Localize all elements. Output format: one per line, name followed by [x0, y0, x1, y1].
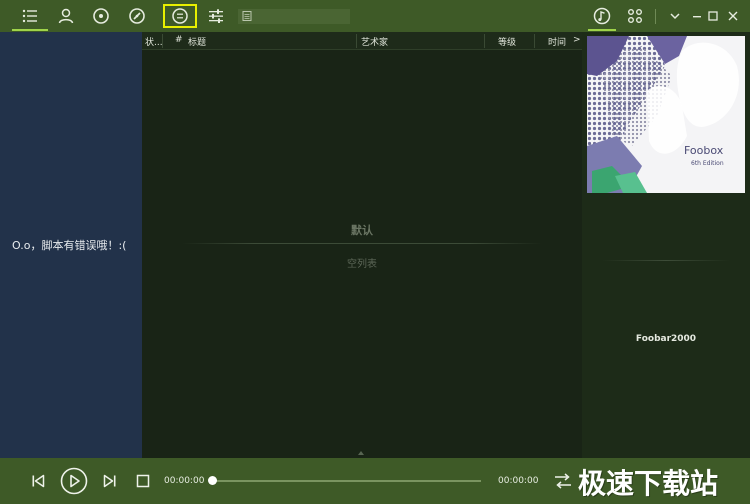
next-icon [103, 474, 116, 488]
close-icon [728, 11, 738, 21]
left-panel: O.o，脚本有错误哦！:( [0, 32, 142, 458]
window-controls-separator [655, 9, 656, 24]
scroll-up-arrow-icon[interactable] [358, 451, 364, 455]
active-panel-indicator [588, 29, 616, 31]
disc-icon [93, 8, 109, 24]
playlist-name: 默认 [351, 224, 373, 237]
watermark-text: 极速下载站 [578, 467, 719, 500]
album-view-button[interactable] [88, 3, 114, 29]
close-button[interactable] [720, 3, 746, 29]
column-separator [534, 34, 535, 48]
playback-order-button[interactable] [552, 471, 574, 491]
layout-button[interactable] [622, 3, 648, 29]
column-separator [484, 34, 485, 48]
column-number[interactable]: # [175, 35, 183, 45]
list-icon [22, 9, 37, 23]
column-duration[interactable]: 时间 [548, 35, 566, 48]
column-title[interactable]: 标题 [188, 35, 206, 48]
transport-bar: 00:00:00 00:00:00 极速下载站 [0, 458, 750, 504]
total-time: 00:00:00 [498, 476, 539, 486]
chevron-down-icon [670, 13, 680, 20]
previous-icon [32, 474, 45, 488]
column-separator [356, 34, 357, 48]
highlight-box [163, 4, 197, 28]
stop-button[interactable] [133, 471, 153, 491]
column-separator [162, 34, 163, 48]
column-status[interactable]: 状... [145, 35, 163, 48]
current-time: 00:00:00 [164, 476, 205, 486]
top-toolbar [0, 0, 750, 32]
playlist-view-button[interactable] [17, 3, 43, 29]
artist-view-button[interactable] [53, 3, 79, 29]
cover-subtitle: 6th Edition [691, 160, 724, 167]
column-rating[interactable]: 等级 [498, 35, 516, 48]
script-error-message: O.o，脚本有错误哦！:( [12, 239, 127, 252]
sliders-icon [209, 9, 223, 23]
lyrics-view-button[interactable] [589, 3, 615, 29]
playlist-divider [182, 243, 542, 244]
cover-title: Foobox [684, 144, 724, 157]
gauge-icon [129, 8, 145, 24]
stop-icon [136, 474, 150, 488]
more-columns-indicator[interactable]: > [573, 35, 581, 45]
now-playing-label: Foobar2000 [635, 334, 697, 344]
grid-icon [628, 9, 642, 23]
seek-handle[interactable] [208, 476, 217, 485]
play-button[interactable] [60, 467, 88, 495]
album-cover[interactable]: Foobox 6th Edition [587, 36, 745, 193]
previous-button[interactable] [28, 471, 48, 491]
next-button[interactable] [100, 471, 120, 491]
shuffle-icon [555, 473, 571, 489]
document-icon [242, 11, 252, 21]
music-note-icon [593, 7, 611, 25]
playlist-panel[interactable]: 状... # 标题 艺术家 等级 时间 > 默认 空列表 [142, 32, 582, 458]
panel-divider [602, 260, 730, 261]
column-artist[interactable]: 艺术家 [361, 35, 388, 48]
settings-view-button[interactable] [203, 3, 229, 29]
play-icon [60, 467, 88, 495]
active-tab-indicator [12, 29, 48, 31]
search-input[interactable] [238, 9, 350, 24]
dsp-view-button[interactable] [124, 3, 150, 29]
empty-playlist-text: 空列表 [347, 259, 377, 270]
cover-art-image [587, 36, 745, 193]
right-panel: Foobox 6th Edition Foobar2000 [582, 32, 750, 458]
seek-bar[interactable] [213, 480, 481, 482]
user-icon [58, 8, 74, 24]
playlist-header: 状... # 标题 艺术家 等级 时间 > [142, 32, 582, 50]
